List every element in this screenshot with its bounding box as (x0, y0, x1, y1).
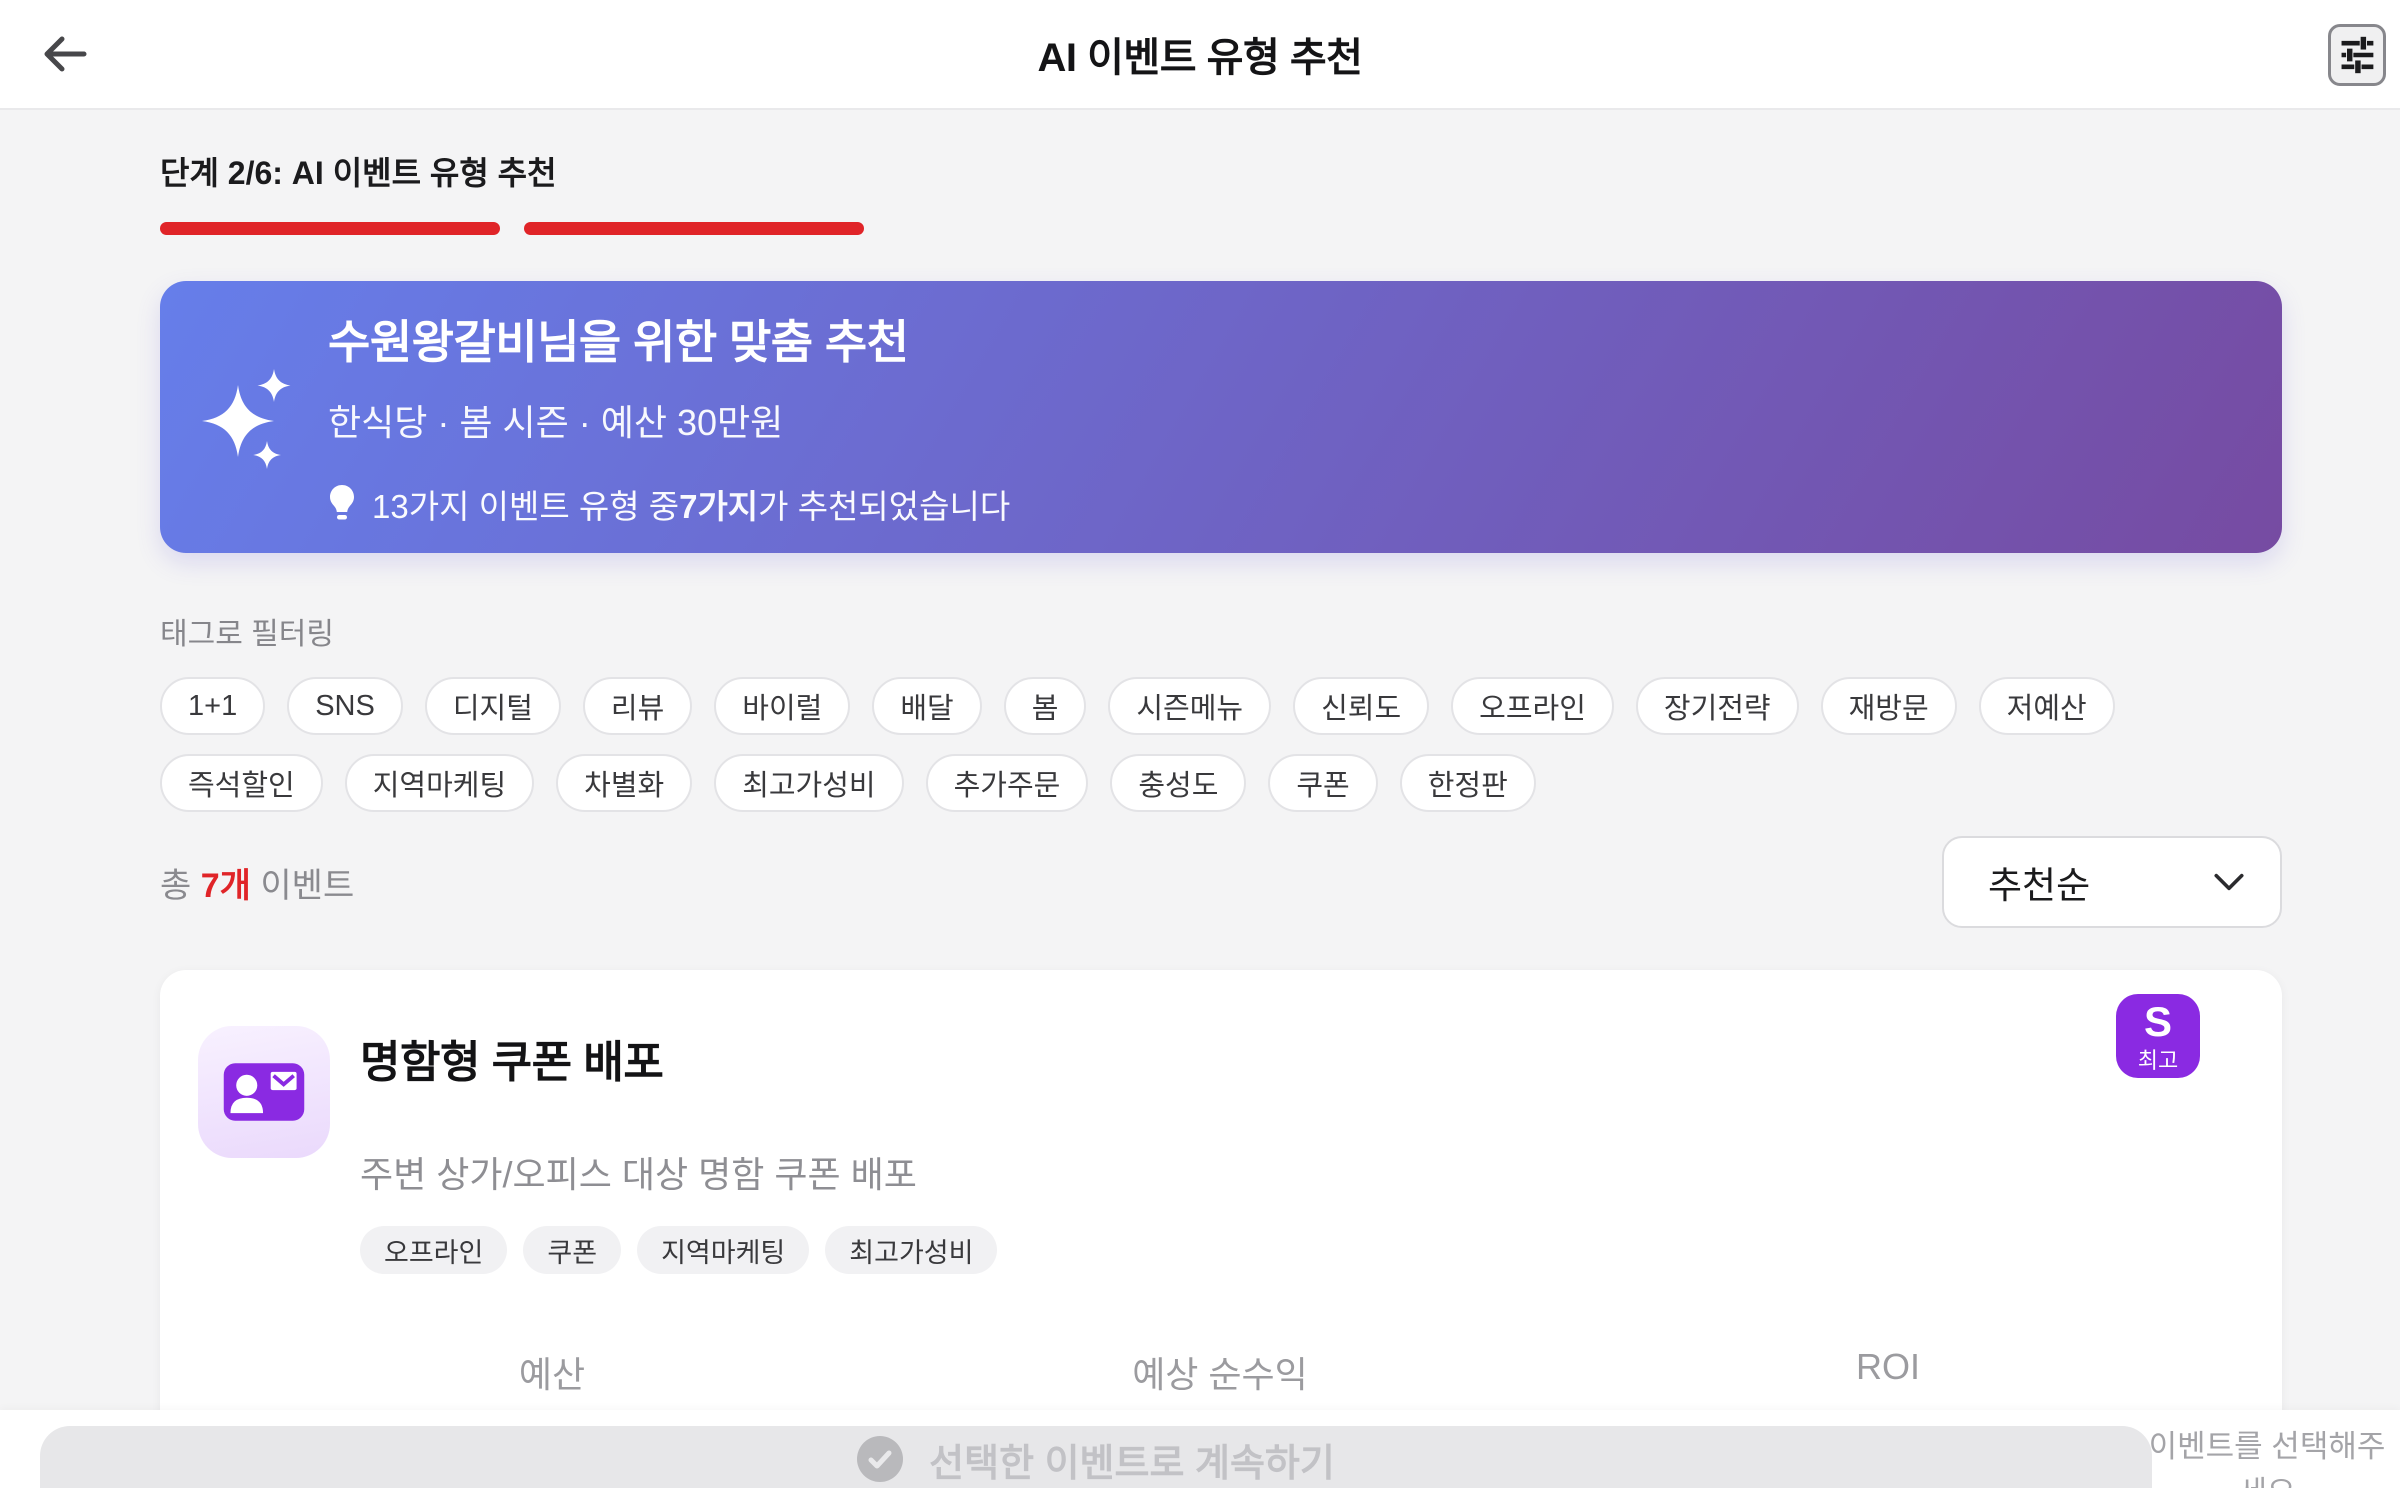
sort-dropdown[interactable]: 추천순 (1942, 836, 2282, 928)
filter-tag-chip[interactable]: 쿠폰 (1268, 754, 1378, 812)
contact-card-mail-icon (223, 1063, 305, 1121)
progress-segment (160, 222, 500, 235)
banner-subtitle: 한식당 · 봄 시즌 · 예산 30만원 (328, 402, 784, 443)
back-button[interactable] (42, 34, 88, 74)
event-count-number: 7개 (200, 866, 251, 905)
arrow-left-icon (44, 36, 87, 72)
event-card-tag: 오프라인 (360, 1226, 508, 1274)
filter-tag-chip[interactable]: 배달 (872, 677, 982, 735)
banner-title: 수원왕갈비님을 위한 맞춤 추천 (328, 316, 909, 368)
event-card-tag: 최고가성비 (825, 1226, 998, 1274)
filter-tag-chip[interactable]: 최고가성비 (714, 754, 904, 812)
event-card-tags: 오프라인 쿠폰 지역마케팅 최고가성비 (360, 1226, 998, 1274)
tune-sliders-icon (2341, 36, 2374, 74)
banner-info-highlight: 7가지 (679, 488, 759, 525)
filter-tag-chip[interactable]: 지역마케팅 (344, 754, 535, 812)
continue-button-label: 선택한 이벤트로 계속하기 (929, 1442, 1335, 1485)
header: AI 이벤트 유형 추천 (0, 0, 2400, 110)
filter-tag-chip[interactable]: 1+1 (160, 677, 266, 735)
tag-filter-list: 1+1 SNS 디지털 리뷰 바이럴 배달 봄 시즌메뉴 신뢰도 오프라인 장기전략 재방문 저예산즉석… (160, 677, 2282, 812)
filter-tag-chip[interactable]: 디지털 (424, 677, 561, 735)
filter-tag-chip[interactable]: 오프라인 (1451, 677, 1614, 735)
banner-info-prefix: 13가지 이벤트 유형 중 (372, 488, 680, 525)
filter-tag-chip[interactable]: 바이럴 (714, 677, 851, 735)
filter-tag-chip[interactable]: 추가주문 (925, 754, 1089, 812)
chevron-down-icon (2214, 873, 2244, 891)
event-card-description: 주변 상가/오피스 대상 명함 쿠폰 배포 (360, 1154, 917, 1195)
event-card-title: 명함형 쿠폰 배포 (360, 1038, 664, 1087)
stat-label: 예산 (518, 1354, 586, 1395)
filter-settings-button[interactable] (2328, 24, 2386, 86)
lightbulb-icon (330, 485, 354, 520)
event-card[interactable]: 명함형 쿠폰 배포 주변 상가/오피스 대상 명함 쿠폰 배포 오프라인 쿠폰 지역… (160, 970, 2282, 1475)
recommendation-banner: 수원왕갈비님을 위한 맞춤 추천 한식당 · 봄 시즌 · 예산 30만원 13… (160, 281, 2282, 553)
event-count: 총 7개 이벤트 (160, 866, 355, 905)
check-circle-icon (857, 1436, 904, 1482)
filter-tag-chip[interactable]: SNS (287, 677, 403, 735)
filter-tag-chip[interactable]: 저예산 (1978, 677, 2115, 735)
progress-segment (524, 222, 864, 235)
filter-section-label: 태그로 필터링 (160, 618, 334, 651)
filter-tag-chip[interactable]: 충성도 (1110, 754, 1247, 812)
filter-tag-chip[interactable]: 시즌메뉴 (1108, 677, 1272, 735)
selection-hint: 이벤트를 선택해주세요 (2148, 1429, 2386, 1488)
stat-label: ROI (1855, 1346, 1920, 1387)
event-card-tag: 지역마케팅 (637, 1226, 810, 1274)
event-card-tag: 쿠폰 (523, 1226, 622, 1274)
event-type-icon-container (198, 1026, 330, 1158)
banner-info: 13가지 이벤트 유형 중 7가지 가 추천되었습니다 (328, 480, 1010, 528)
page-title: AI 이벤트 유형 추천 (1037, 36, 1363, 80)
step-label: 단계 2/6: AI 이벤트 유형 추천 (160, 155, 557, 191)
continue-button[interactable]: 선택한 이벤트로 계속하기 (40, 1426, 2152, 1488)
filter-tag-chip[interactable]: 즉석할인 (160, 754, 323, 812)
filter-tag-chip[interactable]: 신뢰도 (1293, 677, 1430, 735)
grade-badge: S 최고 (2116, 994, 2200, 1078)
sparkles-icon (202, 369, 291, 469)
main-content: 단계 2/6: AI 이벤트 유형 추천 수원왕갈비님을 위한 맞춤 추천 한식… (160, 148, 2282, 1475)
results-row: 총 7개 이벤트 추천순 (160, 836, 2282, 928)
sort-dropdown-value: 추천순 (1988, 865, 2091, 906)
filter-tag-chip[interactable]: 장기전략 (1635, 677, 1799, 735)
filter-tag-chip[interactable]: 차별화 (556, 754, 693, 812)
banner-info-suffix: 가 추천되었습니다 (758, 488, 1011, 525)
bottom-bar: 선택한 이벤트로 계속하기 이벤트를 선택해주세요 (0, 1410, 2400, 1488)
stat-label: 예상 순수익 (1132, 1354, 1308, 1395)
grade-label: 최고 (2137, 1047, 2179, 1073)
grade-letter: S (2143, 997, 2172, 1045)
progress-bar (160, 222, 2282, 235)
filter-tag-chip[interactable]: 한정판 (1399, 754, 1536, 812)
filter-tag-chip[interactable]: 리뷰 (582, 677, 693, 735)
filter-tag-chip[interactable]: 봄 (1003, 677, 1087, 735)
filter-tag-chip[interactable]: 재방문 (1820, 677, 1957, 735)
